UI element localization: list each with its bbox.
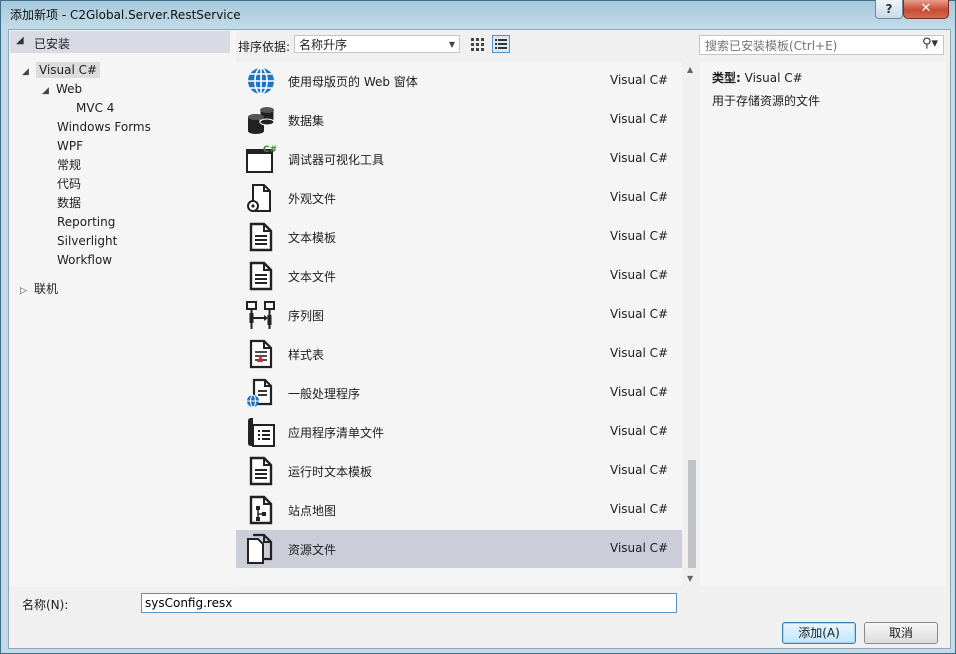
- tree-item-windows-forms[interactable]: Windows Forms: [57, 118, 151, 136]
- template-item[interactable]: 应用程序清单文件 Visual C#: [236, 413, 682, 451]
- type-value: Visual C#: [744, 71, 803, 85]
- manifest-icon: [248, 418, 275, 447]
- title-bar: 添加新项 - C2Global.Server.RestService ? ✕: [1, 0, 955, 27]
- template-item[interactable]: 使用母版页的 Web 窗体 Visual C#: [236, 62, 682, 100]
- collapse-arrow-icon: ◢: [16, 35, 24, 46]
- template-item[interactable]: 文本模板 Visual C#: [236, 218, 682, 256]
- stylesheet-icon: [249, 339, 273, 369]
- template-item[interactable]: 数据集 Visual C#: [236, 101, 682, 139]
- tree-item-general[interactable]: 常规: [57, 156, 81, 174]
- scrollbar-thumb[interactable]: [688, 460, 696, 568]
- skin-file-icon: [247, 184, 271, 212]
- template-type: 类型: Visual C#: [712, 69, 803, 86]
- sort-value: 名称升序: [299, 38, 348, 52]
- cancel-button[interactable]: 取消: [864, 622, 938, 644]
- search-input[interactable]: [703, 37, 912, 55]
- template-item[interactable]: 文本文件 Visual C#: [236, 257, 682, 295]
- category-tree-panel: ◢ 已安装 ◢ Visual C# ◢ Web MVC 4 Windows Form…: [10, 31, 236, 587]
- template-item[interactable]: 运行时文本模板 Visual C#: [236, 452, 682, 490]
- debugger-visualizer-icon: C#: [246, 145, 277, 173]
- add-new-item-dialog: 添加新项 - C2Global.Server.RestService ? ✕ ◢…: [0, 0, 956, 654]
- grid-view-icon: [471, 38, 484, 51]
- installed-label: 已安装: [34, 37, 71, 51]
- sort-label: 排序依据:: [238, 40, 291, 54]
- template-item[interactable]: 资源文件 Visual C#: [236, 530, 682, 568]
- text-template-icon: [249, 222, 273, 252]
- expand-arrow-icon[interactable]: ◢: [22, 63, 36, 81]
- globe-icon: [248, 67, 274, 95]
- template-item[interactable]: 序列图 Visual C#: [236, 296, 682, 334]
- tree-item-online[interactable]: ▷ 联机: [20, 280, 58, 298]
- scroll-down-arrow-icon[interactable]: ▼: [687, 574, 693, 583]
- scroll-up-arrow-icon[interactable]: ▲: [687, 65, 693, 74]
- tree-item-web[interactable]: ◢ Web: [42, 80, 82, 98]
- template-item[interactable]: 站点地图 Visual C#: [236, 491, 682, 529]
- tree-item-reporting[interactable]: Reporting: [57, 213, 115, 231]
- sequence-diagram-icon: [246, 301, 275, 329]
- tree-item-silverlight[interactable]: Silverlight: [57, 232, 117, 250]
- template-item[interactable]: C# 调试器可视化工具 Visual C#: [236, 140, 682, 178]
- dialog-body: ◢ 已安装 ◢ Visual C# ◢ Web MVC 4 Windows Form…: [8, 29, 951, 649]
- tree-item-workflow[interactable]: Workflow: [57, 251, 112, 269]
- close-button[interactable]: ✕: [903, 0, 949, 19]
- resource-file-icon: [247, 533, 273, 564]
- generic-handler-icon: [247, 378, 273, 408]
- tree-item-visual-csharp[interactable]: ◢ Visual C#: [22, 61, 101, 81]
- template-item[interactable]: 一般处理程序 Visual C#: [236, 374, 682, 412]
- sort-toolbar: 排序依据: 名称升序 ▼: [238, 34, 688, 56]
- name-input[interactable]: [141, 593, 677, 613]
- template-description: 用于存储资源的文件: [712, 94, 821, 108]
- text-file-icon: [249, 261, 273, 291]
- template-item[interactable]: 外观文件 Visual C#: [236, 179, 682, 217]
- expand-arrow-icon[interactable]: ▷: [20, 282, 34, 300]
- list-view-button[interactable]: [492, 35, 510, 53]
- window-title: 添加新项 - C2Global.Server.RestService: [10, 8, 241, 22]
- svg-text:C#: C#: [263, 145, 277, 155]
- name-label: 名称(N):: [22, 598, 69, 612]
- runtime-text-template-icon: [249, 456, 273, 486]
- small-icons-view-button[interactable]: [468, 35, 486, 53]
- add-button[interactable]: 添加(A): [782, 622, 856, 644]
- search-icon[interactable]: ⚲▾: [922, 36, 938, 51]
- expand-arrow-icon[interactable]: ◢: [42, 82, 56, 100]
- help-button[interactable]: ?: [875, 0, 903, 19]
- sitemap-icon: [249, 495, 273, 525]
- list-view-icon: [495, 39, 507, 49]
- tree-item-wpf[interactable]: WPF: [57, 137, 83, 155]
- details-panel: 类型: Visual C# 用于存储资源的文件: [700, 62, 946, 586]
- tree-item-mvc4[interactable]: MVC 4: [76, 99, 114, 117]
- template-item[interactable]: 样式表 Visual C#: [236, 335, 682, 373]
- template-list-scrollbar[interactable]: ▲ ▼: [684, 62, 700, 586]
- template-list: 使用母版页的 Web 窗体 Visual C# 数据集 Visual C# C#: [236, 62, 682, 586]
- tree-item-data[interactable]: 数据: [57, 194, 81, 212]
- installed-header[interactable]: ◢ 已安装: [10, 31, 230, 53]
- search-box[interactable]: ⚲▾: [699, 35, 944, 55]
- tree-item-code[interactable]: 代码: [57, 175, 81, 193]
- chevron-down-icon: ▼: [448, 40, 455, 49]
- dataset-icon: [248, 106, 275, 134]
- type-label: 类型:: [712, 71, 741, 85]
- sort-dropdown[interactable]: 名称升序 ▼: [294, 35, 460, 53]
